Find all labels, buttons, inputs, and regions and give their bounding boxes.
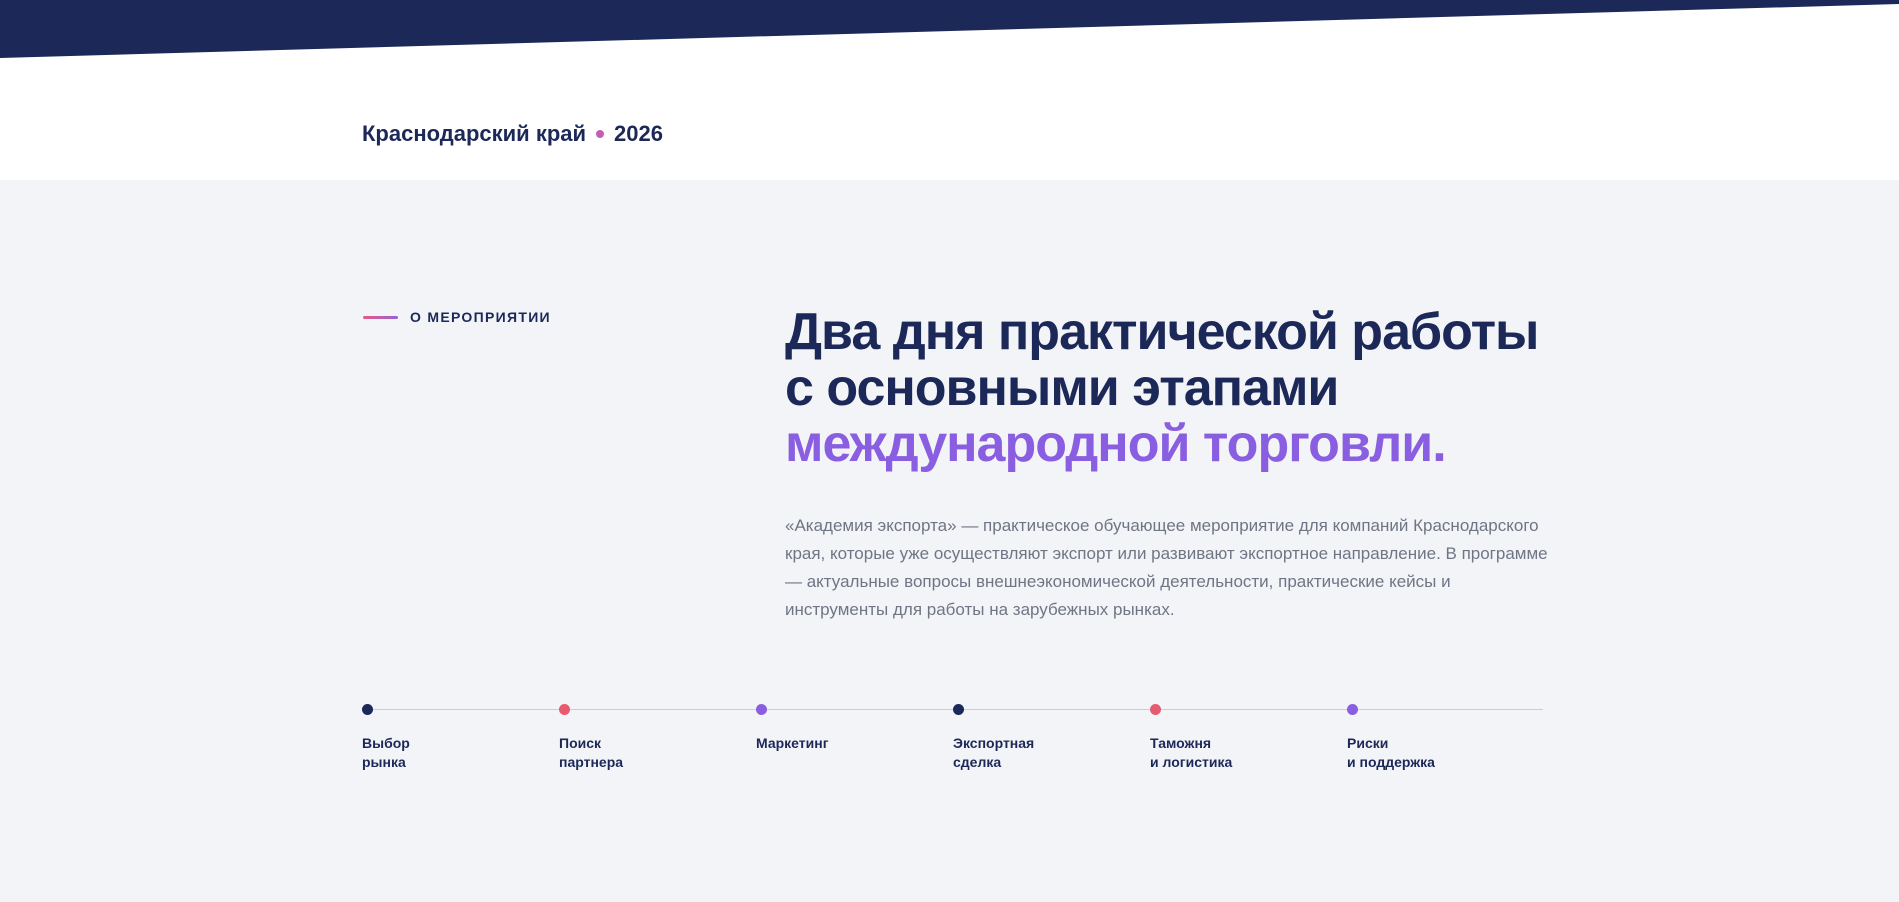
timeline-step-label-line-2: партнера [559, 754, 624, 770]
timeline-marker-dot [1347, 704, 1358, 715]
timeline-marker-dot [1150, 704, 1161, 715]
timeline-step-label-line-1: Маркетинг [756, 735, 829, 751]
timeline-marker-dot [362, 704, 373, 715]
timeline-marker-dot [953, 704, 964, 715]
timeline-step-label: Экспортная сделка [953, 734, 1133, 772]
timeline-step-label: Выбор рынка [362, 734, 542, 772]
timeline-step-label-line-2: рынка [362, 754, 406, 770]
headline-accent: международной торговли. [785, 415, 1447, 473]
timeline-step-label-line-2: и логистика [1150, 754, 1233, 770]
headline-line-1: Два дня практической работы [785, 303, 1539, 361]
timeline-step-label-line-2: сделка [953, 754, 1002, 770]
section-headline: Два дня практической работы с основными … [785, 303, 1539, 473]
timeline-marker-dot [756, 704, 767, 715]
eyebrow-label: О МЕРОПРИЯТИИ [410, 309, 551, 325]
timeline-step-label-line-1: Таможня [1150, 735, 1212, 751]
timeline-step-label: Риски и поддержка [1347, 734, 1527, 772]
timeline-marker-dot [559, 704, 570, 715]
section-eyebrow: О МЕРОПРИЯТИИ [363, 309, 551, 325]
timeline-step-label-line-1: Риски [1347, 735, 1389, 751]
header-band [0, 0, 1899, 58]
timeline-step-label: Таможня и логистика [1150, 734, 1330, 772]
stages-timeline: Выбор рынка Поиск партнера Маркетинг Экспортн… [362, 702, 1543, 822]
brand-title: Краснодарский край 2026 [362, 121, 663, 147]
timeline-step-label-line-1: Поиск [559, 735, 602, 751]
timeline-step-label: Поиск партнера [559, 734, 739, 772]
timeline-step-label: Маркетинг [756, 734, 936, 753]
brand-separator-dot [596, 130, 605, 138]
eyebrow-accent-line [363, 315, 398, 319]
section-description: «Академия экспорта» — практическое обуча… [785, 516, 1548, 619]
timeline-step-label-line-2: и поддержка [1347, 754, 1435, 770]
brand-region: Краснодарский край [362, 121, 587, 146]
top-header: Краснодарский край 2026 [0, 0, 1899, 180]
headline-line-2: с основными этапами [785, 359, 1339, 417]
brand-year: 2026 [614, 121, 663, 146]
timeline-step-label-line-1: Экспортная [953, 735, 1035, 751]
timeline-step-label-line-1: Выбор [362, 735, 410, 751]
